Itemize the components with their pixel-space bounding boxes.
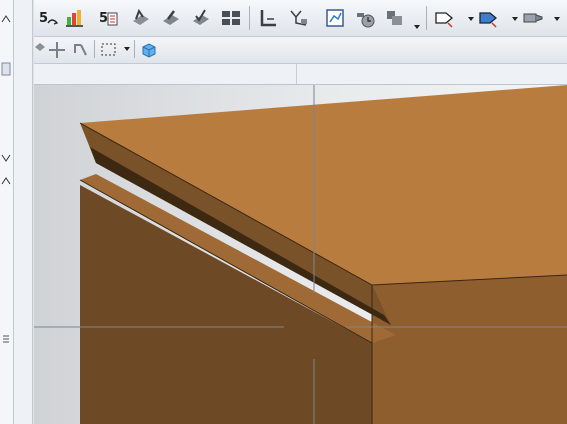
graphics-viewport[interactable] <box>34 85 567 424</box>
tube-icon[interactable] <box>434 7 456 29</box>
properties-icon[interactable]: 5 <box>98 7 120 29</box>
view-cube-icon[interactable] <box>138 39 160 61</box>
clock-icon[interactable] <box>354 7 376 29</box>
model-view <box>34 85 567 424</box>
dimension-icon[interactable] <box>258 7 280 29</box>
selection-dropdown-icon[interactable] <box>124 47 130 51</box>
sketch-icon[interactable]: 5 <box>38 7 60 29</box>
selection-box-icon[interactable] <box>98 39 120 61</box>
toolbar-separator <box>249 6 250 30</box>
header-divider <box>296 64 297 84</box>
move-icon[interactable] <box>46 39 68 61</box>
collapse-icon[interactable] <box>0 10 12 28</box>
insert-component-icon[interactable] <box>160 7 182 29</box>
viewport-header <box>34 64 567 85</box>
tube-dropdown-icon[interactable] <box>468 17 474 21</box>
rotate-icon[interactable] <box>70 39 92 61</box>
left-dock <box>0 0 35 424</box>
svg-text:5: 5 <box>39 11 48 26</box>
nozzle-dropdown-icon[interactable] <box>554 17 560 21</box>
drawing-view-icon[interactable] <box>324 7 346 29</box>
pipe-dropdown-icon[interactable] <box>512 17 518 21</box>
pattern-icon[interactable] <box>384 7 406 29</box>
tab-icon[interactable] <box>0 172 12 190</box>
check-icon[interactable] <box>190 7 212 29</box>
left-secondary-column <box>14 0 33 424</box>
secondary-toolbar <box>34 37 567 64</box>
pipe-icon[interactable] <box>478 7 500 29</box>
mate-icon[interactable] <box>130 7 152 29</box>
toolbar-separator <box>134 40 135 58</box>
panel-icon[interactable] <box>0 60 12 78</box>
layout-icon[interactable] <box>220 7 242 29</box>
toolbar-separator <box>426 6 427 30</box>
main-toolbar: 5 5 <box>34 0 567 37</box>
left-dock-column <box>0 0 14 424</box>
resize-handle-icon[interactable] <box>0 330 12 348</box>
svg-text:5: 5 <box>99 11 108 26</box>
smart-mate-icon[interactable] <box>288 7 310 29</box>
nozzle-icon[interactable] <box>522 7 544 29</box>
expand-icon[interactable] <box>0 150 12 168</box>
pattern-dropdown-icon[interactable] <box>414 25 420 29</box>
right-face <box>372 275 567 424</box>
toolbar-separator <box>94 40 95 58</box>
feature-manager-icon[interactable] <box>64 7 86 29</box>
